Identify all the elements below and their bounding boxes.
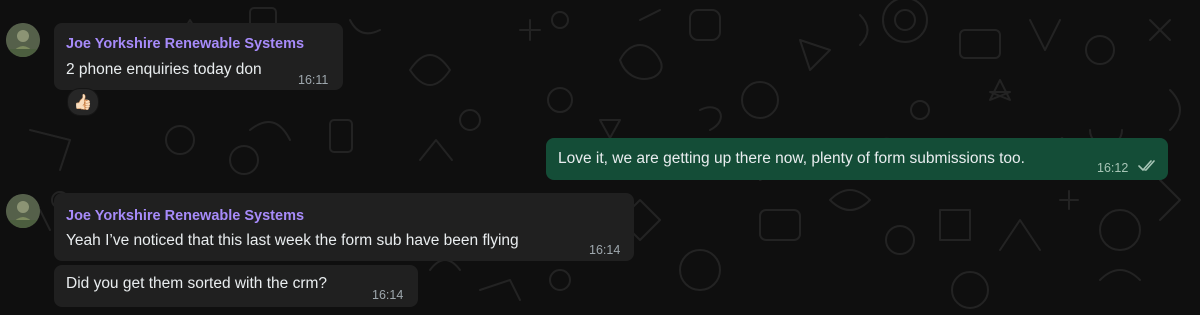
message-bubble-incoming[interactable]: Joe Yorkshire Renewable Systems 2 phone … bbox=[54, 23, 343, 90]
message-text: Yeah I’ve noticed that this last week th… bbox=[66, 232, 519, 249]
contact-avatar[interactable] bbox=[6, 23, 40, 57]
contact-avatar-icon bbox=[6, 23, 40, 57]
sender-name[interactable]: Joe Yorkshire Renewable Systems bbox=[66, 206, 304, 226]
chat-background: Joe Yorkshire Renewable Systems 2 phone … bbox=[0, 0, 1200, 315]
contact-avatar[interactable] bbox=[6, 194, 40, 228]
message-bubble-incoming[interactable]: Did you get them sorted with the crm? 16… bbox=[54, 265, 418, 307]
message-text: 2 phone enquiries today don bbox=[66, 61, 262, 78]
message-timestamp: 16:14 bbox=[372, 288, 404, 302]
message-timestamp: 16:11 bbox=[298, 73, 329, 87]
contact-avatar-icon bbox=[6, 194, 40, 228]
sender-name[interactable]: Joe Yorkshire Renewable Systems bbox=[66, 34, 304, 54]
message-text: Did you get them sorted with the crm? bbox=[66, 275, 328, 292]
message-timestamp: 16:12 bbox=[1097, 161, 1129, 175]
message-text: Love it, we are getting up there now, pl… bbox=[558, 150, 1025, 167]
message-bubble-outgoing[interactable]: Love it, we are getting up there now, pl… bbox=[546, 138, 1168, 180]
thumbs-up-icon: 👍🏻 bbox=[73, 94, 93, 111]
message-reaction[interactable]: 👍🏻 bbox=[67, 88, 99, 116]
message-timestamp: 16:14 bbox=[589, 243, 621, 257]
message-bubble-incoming[interactable]: Joe Yorkshire Renewable Systems Yeah I’v… bbox=[54, 193, 634, 261]
double-check-read-icon bbox=[1138, 160, 1155, 171]
